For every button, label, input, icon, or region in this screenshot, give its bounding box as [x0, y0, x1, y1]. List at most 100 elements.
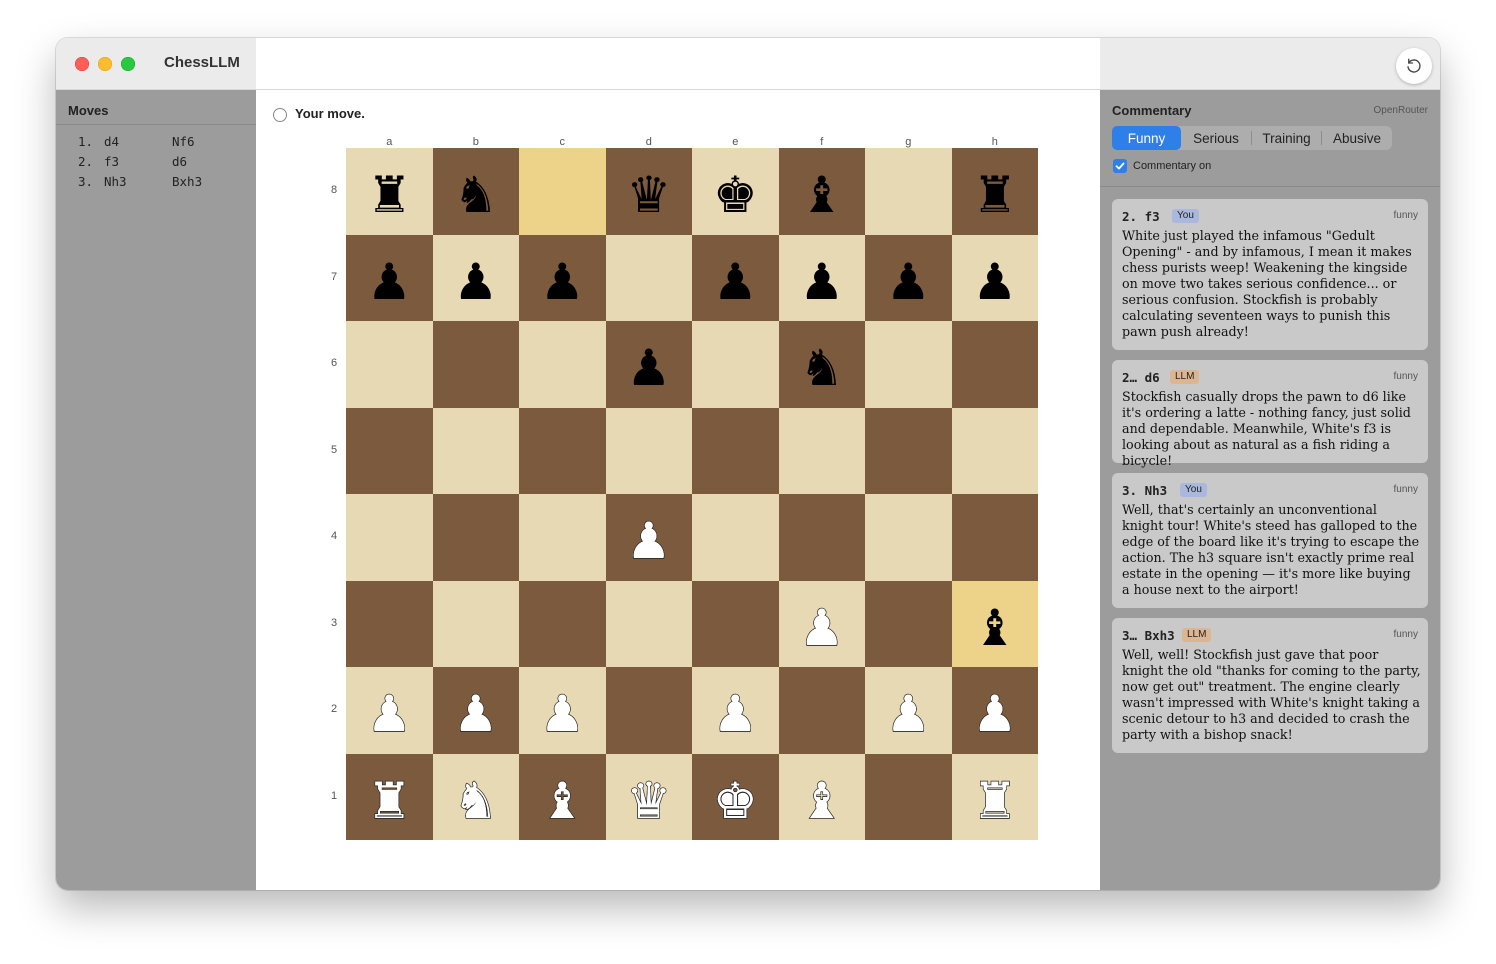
- square-h4[interactable]: [951, 494, 1038, 581]
- square-b8[interactable]: ♞: [432, 148, 519, 235]
- black-bishop-icon[interactable]: ♝: [799, 170, 844, 220]
- square-f1[interactable]: ♝: [778, 753, 865, 840]
- black-pawn-icon[interactable]: ♟: [540, 257, 585, 307]
- white-pawn-icon[interactable]: ♟: [626, 515, 672, 567]
- square-c4[interactable]: [519, 494, 606, 581]
- square-a1[interactable]: ♜: [346, 753, 433, 840]
- square-e5[interactable]: [692, 407, 779, 494]
- white-king-icon[interactable]: ♚: [712, 775, 758, 827]
- black-pawn-icon[interactable]: ♟: [367, 257, 412, 307]
- square-c6[interactable]: [519, 321, 606, 408]
- square-d3[interactable]: [605, 580, 692, 667]
- square-a4[interactable]: [346, 494, 433, 581]
- tab-funny[interactable]: Funny: [1112, 126, 1181, 150]
- square-f6[interactable]: ♞: [778, 321, 865, 408]
- square-g6[interactable]: [865, 321, 952, 408]
- square-a3[interactable]: [346, 580, 433, 667]
- square-e8[interactable]: ♚: [692, 148, 779, 235]
- square-f5[interactable]: [778, 407, 865, 494]
- white-pawn-icon[interactable]: ♟: [972, 688, 1018, 740]
- square-g2[interactable]: ♟: [865, 667, 952, 754]
- reset-button[interactable]: [1396, 48, 1432, 84]
- black-rook-icon[interactable]: ♜: [367, 170, 412, 220]
- square-c8[interactable]: [519, 148, 606, 235]
- square-c3[interactable]: [519, 580, 606, 667]
- square-h3[interactable]: ♝: [951, 580, 1038, 667]
- chess-board[interactable]: ♜ ♞ ♛ ♚ ♝ ♜ ♟ ♟ ♟ ♟ ♟ ♟ ♟ ♟ ♞ ♟ ♟ ♝ ♟ ♟ ♟ ♟ ♟ ♟ ♜ ♞ ♝ ♛ ♚ ♝ ♜: [346, 148, 1038, 840]
- square-a5[interactable]: [346, 407, 433, 494]
- square-a8[interactable]: ♜: [346, 148, 433, 235]
- black-pawn-icon[interactable]: ♟: [453, 257, 498, 307]
- white-pawn-icon[interactable]: ♟: [453, 688, 499, 740]
- square-g4[interactable]: [865, 494, 952, 581]
- square-h6[interactable]: [951, 321, 1038, 408]
- black-pawn-icon[interactable]: ♟: [626, 343, 671, 393]
- square-d6[interactable]: ♟: [605, 321, 692, 408]
- commentary-checkbox[interactable]: [1113, 159, 1127, 173]
- square-h7[interactable]: ♟: [951, 234, 1038, 321]
- square-d1[interactable]: ♛: [605, 753, 692, 840]
- black-queen-icon[interactable]: ♛: [626, 170, 671, 220]
- black-pawn-icon[interactable]: ♟: [886, 257, 931, 307]
- square-d4[interactable]: ♟: [605, 494, 692, 581]
- square-f8[interactable]: ♝: [778, 148, 865, 235]
- square-h1[interactable]: ♜: [951, 753, 1038, 840]
- square-a6[interactable]: [346, 321, 433, 408]
- square-a7[interactable]: ♟: [346, 234, 433, 321]
- white-bishop-icon[interactable]: ♝: [539, 775, 585, 827]
- square-h2[interactable]: ♟: [951, 667, 1038, 754]
- white-knight-icon[interactable]: ♞: [453, 775, 499, 827]
- square-e1[interactable]: ♚: [692, 753, 779, 840]
- square-d2[interactable]: [605, 667, 692, 754]
- square-b4[interactable]: [432, 494, 519, 581]
- black-rook-icon[interactable]: ♜: [972, 170, 1017, 220]
- square-e2[interactable]: ♟: [692, 667, 779, 754]
- tab-training[interactable]: Training: [1252, 126, 1321, 150]
- square-h5[interactable]: [951, 407, 1038, 494]
- square-e6[interactable]: [692, 321, 779, 408]
- white-pawn-icon[interactable]: ♟: [885, 688, 931, 740]
- square-d5[interactable]: [605, 407, 692, 494]
- square-h8[interactable]: ♜: [951, 148, 1038, 235]
- square-f4[interactable]: [778, 494, 865, 581]
- minimize-window-button[interactable]: [98, 57, 112, 71]
- square-c5[interactable]: [519, 407, 606, 494]
- square-b3[interactable]: [432, 580, 519, 667]
- white-rook-icon[interactable]: ♜: [366, 775, 412, 827]
- close-window-button[interactable]: [75, 57, 89, 71]
- tab-serious[interactable]: Serious: [1181, 126, 1251, 150]
- white-pawn-icon[interactable]: ♟: [799, 602, 845, 654]
- square-g5[interactable]: [865, 407, 952, 494]
- square-e7[interactable]: ♟: [692, 234, 779, 321]
- white-pawn-icon[interactable]: ♟: [366, 688, 412, 740]
- square-d7[interactable]: [605, 234, 692, 321]
- black-pawn-icon[interactable]: ♟: [713, 257, 758, 307]
- tab-abusive[interactable]: Abusive: [1322, 126, 1392, 150]
- square-f7[interactable]: ♟: [778, 234, 865, 321]
- zoom-window-button[interactable]: [121, 57, 135, 71]
- square-b7[interactable]: ♟: [432, 234, 519, 321]
- square-g7[interactable]: ♟: [865, 234, 952, 321]
- black-knight-icon[interactable]: ♞: [799, 343, 844, 393]
- white-pawn-icon[interactable]: ♟: [539, 688, 585, 740]
- square-e3[interactable]: [692, 580, 779, 667]
- square-g1[interactable]: [865, 753, 952, 840]
- black-bishop-icon[interactable]: ♝: [972, 603, 1017, 653]
- move-row[interactable]: 2. f3 d6: [56, 152, 256, 172]
- white-rook-icon[interactable]: ♜: [972, 775, 1018, 827]
- square-d8[interactable]: ♛: [605, 148, 692, 235]
- black-pawn-icon[interactable]: ♟: [799, 257, 844, 307]
- square-c7[interactable]: ♟: [519, 234, 606, 321]
- black-king-icon[interactable]: ♚: [713, 170, 758, 220]
- move-row[interactable]: 1. d4 Nf6: [56, 132, 256, 152]
- square-b5[interactable]: [432, 407, 519, 494]
- square-f2[interactable]: [778, 667, 865, 754]
- black-pawn-icon[interactable]: ♟: [972, 257, 1017, 307]
- white-bishop-icon[interactable]: ♝: [799, 775, 845, 827]
- square-a2[interactable]: ♟: [346, 667, 433, 754]
- move-row[interactable]: 3. Nh3 Bxh3: [56, 172, 256, 192]
- square-b2[interactable]: ♟: [432, 667, 519, 754]
- square-c2[interactable]: ♟: [519, 667, 606, 754]
- square-f3[interactable]: ♟: [778, 580, 865, 667]
- square-b6[interactable]: [432, 321, 519, 408]
